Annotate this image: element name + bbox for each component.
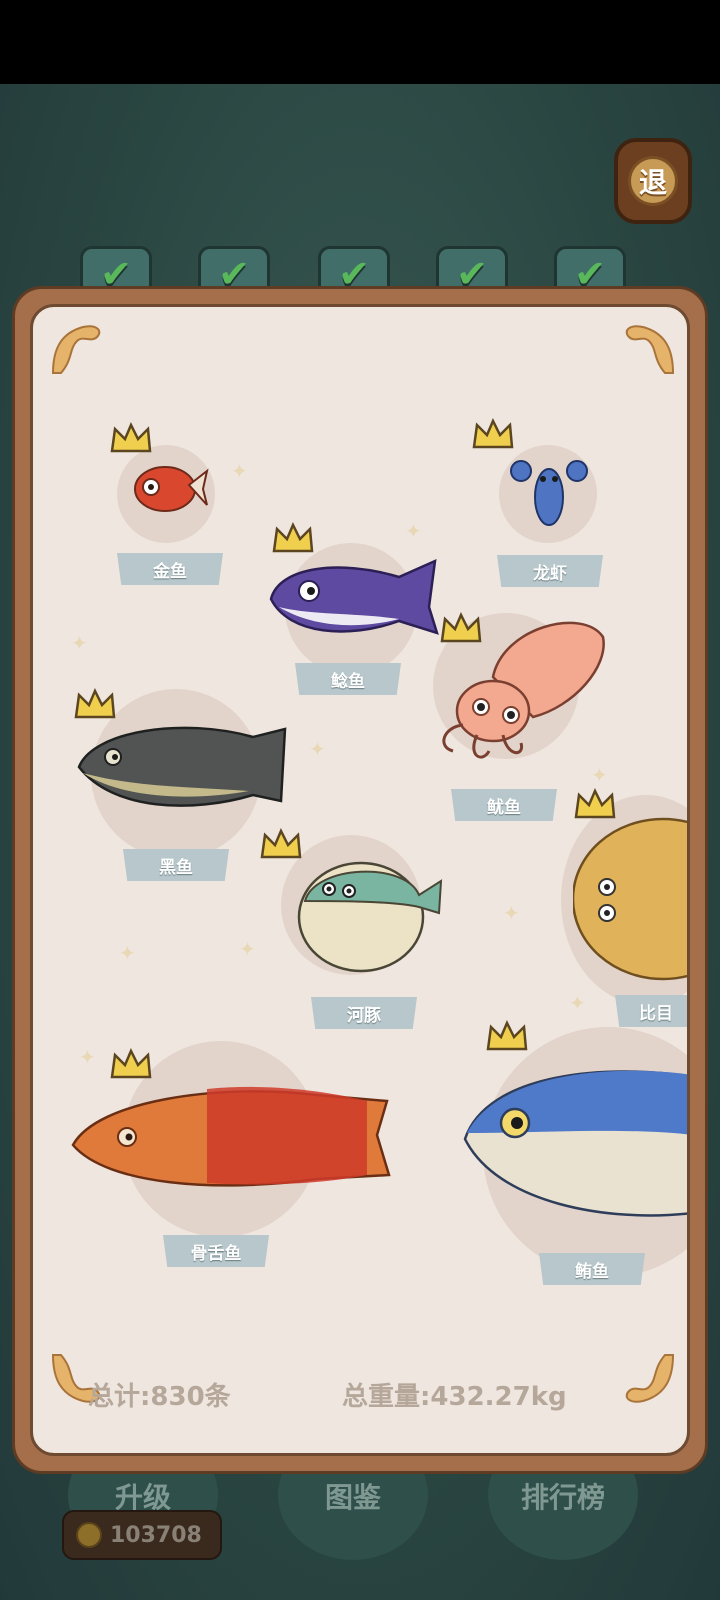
fish-name-label: 鲔鱼 — [539, 1253, 645, 1285]
fish-name-label: 鱿鱼 — [451, 789, 557, 821]
snakehead-icon — [77, 726, 287, 807]
fish-name-label: 黑鱼 — [123, 849, 229, 881]
crown-icon — [574, 788, 616, 819]
fish-name-label: 金鱼 — [117, 553, 223, 585]
collection-panel: ✦ ✦ ✦ ✦ ✦ ✦ ✦ ✦ ✦ ✦ 金鱼 龙虾 鲶鱼 鱿鱼 黑鱼 河豚 比目… — [30, 304, 690, 1456]
arowana-icon — [71, 1086, 391, 1187]
sparkle-star-icon: ✦ — [503, 901, 520, 925]
currency-amount: 103708 — [110, 1522, 202, 1548]
coin-key-icon — [76, 1522, 102, 1548]
currency-display: 103708 — [62, 1510, 222, 1560]
crown-icon — [110, 422, 152, 453]
crown-icon — [440, 612, 482, 643]
tuna-icon — [463, 1070, 687, 1217]
crown-icon — [74, 688, 116, 719]
sparkle-star-icon: ✦ — [405, 519, 422, 543]
lobster-icon — [510, 460, 588, 526]
exit-button[interactable]: 退 — [614, 138, 692, 224]
sparkle-star-icon: ✦ — [569, 991, 586, 1015]
fish-name-label: 比目 — [615, 995, 687, 1027]
corner-ornament-icon — [625, 325, 675, 374]
total-count: 总计:830条 — [88, 1382, 231, 1412]
sparkle-star-icon: ✦ — [231, 459, 248, 483]
fish-name-label: 龙虾 — [497, 555, 603, 587]
fish-name-label: 鲶鱼 — [295, 663, 401, 695]
fish-name-label: 河豚 — [311, 997, 417, 1029]
sparkle-star-icon: ✦ — [119, 941, 136, 965]
pufferfish-icon — [297, 861, 443, 973]
catfish-icon — [269, 558, 439, 635]
status-bar — [0, 0, 720, 84]
crown-icon — [272, 522, 314, 553]
corner-ornament-icon — [625, 1354, 675, 1403]
crown-icon — [472, 418, 514, 449]
crown-icon — [260, 828, 302, 859]
sparkle-star-icon: ✦ — [239, 937, 256, 961]
sparkle-star-icon: ✦ — [591, 763, 608, 787]
total-weight: 总重量:432.27kg — [342, 1382, 567, 1412]
atlas-label: 图鉴 — [324, 1481, 381, 1514]
sparkle-star-icon: ✦ — [71, 631, 88, 655]
flatfish-icon — [573, 817, 687, 981]
goldfish-icon — [134, 466, 209, 512]
sparkle-star-icon: ✦ — [79, 1045, 96, 1069]
corner-ornament-icon — [51, 325, 101, 374]
fish-name-label: 骨舌鱼 — [163, 1235, 269, 1267]
exit-label: 退 — [628, 156, 678, 206]
crown-icon — [110, 1048, 152, 1079]
crown-icon — [486, 1020, 528, 1051]
sparkle-star-icon: ✦ — [309, 737, 326, 761]
ranking-label: 排行榜 — [520, 1481, 605, 1514]
